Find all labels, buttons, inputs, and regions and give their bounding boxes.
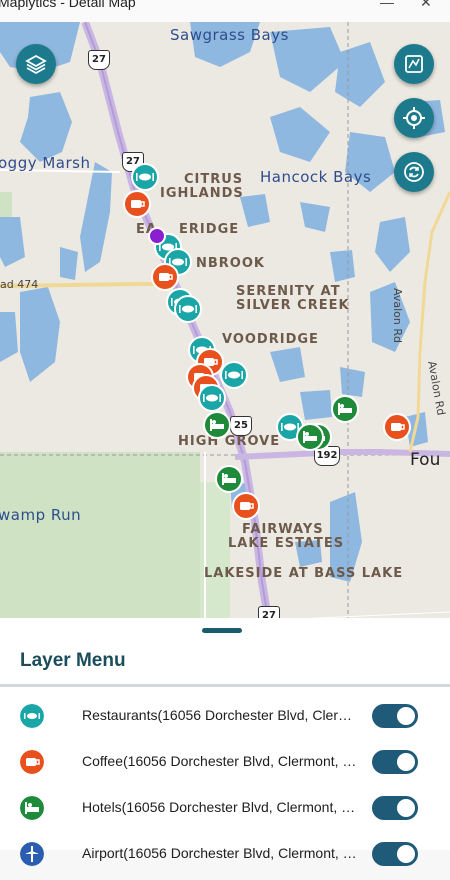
place-high-grove: HIGH GROVE — [178, 434, 281, 449]
sync-button[interactable] — [394, 152, 434, 192]
place-eagleridge: EA ERIDGE — [136, 222, 240, 237]
highway-shield-25: 25 — [230, 416, 252, 436]
window-titlebar: Maplytics - Detail Map — ✕ — [0, 0, 450, 22]
place-boggy-marsh: oggy Marsh — [0, 154, 91, 172]
sheet-drag-handle[interactable] — [202, 628, 242, 633]
map-canvas — [0, 22, 450, 618]
place-four-corners: Fou — [410, 450, 441, 470]
layer-label-airport: Airport(16056 Dorchester Blvd, Clermont,… — [82, 845, 362, 861]
layer-menu-sheet: Layer Menu Restaurants(16056 Dorchester … — [0, 618, 450, 866]
toggle-knob — [397, 845, 415, 863]
layer-row-hotels[interactable]: Hotels(16056 Dorchester Blvd, Clermont, … — [0, 788, 450, 834]
locate-button[interactable] — [394, 98, 434, 138]
toggle-knob — [397, 753, 415, 771]
highway-shield-27-mid: 27 — [122, 152, 144, 172]
place-avalon-rd-1: Avalon Rd — [391, 288, 404, 344]
draw-area-icon — [405, 55, 423, 73]
place-glenbrook: NBROOK — [196, 256, 265, 271]
place-fairways-1: FAIRWAYS — [242, 522, 324, 537]
airport-icon — [20, 842, 44, 866]
minimize-button[interactable]: — — [380, 0, 394, 10]
layers-icon — [25, 54, 47, 75]
highway-shield-27-bottom: 27 — [258, 606, 280, 618]
place-citrus-highlands-1: CITRUS — [184, 172, 244, 187]
window-title: Maplytics - Detail Map — [0, 0, 136, 10]
draw-area-button[interactable] — [394, 44, 434, 84]
place-swamp-run: wamp Run — [0, 506, 82, 524]
place-hancock-bays: Hancock Bays — [260, 168, 372, 186]
hotel-icon — [20, 796, 44, 820]
coffee-icon — [20, 750, 44, 774]
layer-label-hotels: Hotels(16056 Dorchester Blvd, Clermont, … — [82, 799, 362, 815]
toggle-knob — [397, 707, 415, 725]
sheet-divider — [0, 684, 450, 687]
highway-shield-27-top: 27 — [88, 50, 110, 70]
layer-menu-title: Layer Menu — [20, 650, 126, 671]
layer-label-restaurants: Restaurants(16056 Dorchester Blvd, Clerm… — [82, 707, 362, 723]
layers-button[interactable] — [16, 44, 56, 84]
layer-toggle-airport[interactable] — [372, 842, 418, 866]
sync-icon — [404, 162, 424, 182]
layer-toggle-restaurants[interactable] — [372, 704, 418, 728]
place-citrus-highlands-2: IGHLANDS — [160, 186, 244, 201]
gps-target-icon — [403, 107, 425, 129]
place-serenity-2: SILVER CREEK — [236, 298, 350, 313]
restaurant-icon — [20, 704, 44, 728]
place-lakeside: LAKESIDE AT BASS LAKE — [204, 566, 404, 581]
map-view[interactable]: Sawgrass Bays oggy Marsh CITRUS IGHLANDS… — [0, 22, 450, 618]
close-button[interactable]: ✕ — [420, 0, 432, 11]
layer-row-restaurants[interactable]: Restaurants(16056 Dorchester Blvd, Clerm… — [0, 696, 450, 742]
place-road-474: ad 474 — [0, 278, 39, 291]
layer-toggle-hotels[interactable] — [372, 796, 418, 820]
layer-row-coffee[interactable]: Coffee(16056 Dorchester Blvd, Clermont, … — [0, 742, 450, 788]
place-woodridge: VOODRIDGE — [222, 332, 319, 347]
place-fairways-2: LAKE ESTATES — [228, 536, 345, 551]
highway-shield-192: 192 — [314, 446, 340, 466]
layer-row-airport[interactable]: Airport(16056 Dorchester Blvd, Clermont,… — [0, 834, 450, 880]
place-sawgrass-bays: Sawgrass Bays — [170, 26, 289, 44]
layer-toggle-coffee[interactable] — [372, 750, 418, 774]
layer-label-coffee: Coffee(16056 Dorchester Blvd, Clermont, … — [82, 753, 362, 769]
toggle-knob — [397, 799, 415, 817]
place-serenity-1: SERENITY AT — [236, 284, 341, 299]
